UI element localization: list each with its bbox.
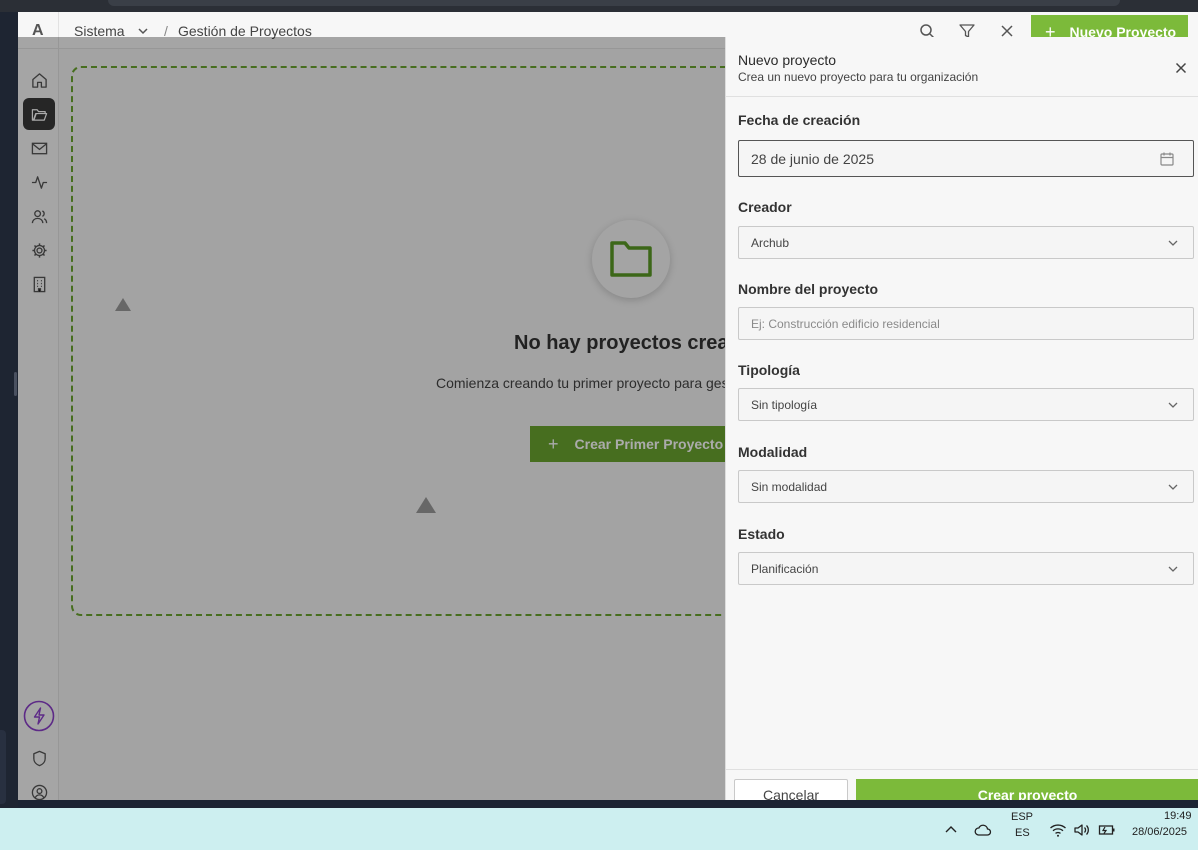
close-icon[interactable]	[1173, 60, 1189, 76]
chevron-up-icon[interactable]	[943, 822, 959, 838]
app-window: A Sistema / Gestión de Proyectos + Nuevo …	[18, 12, 1198, 800]
typology-value: Sin tipología	[751, 397, 818, 412]
browser-top-strip	[0, 0, 1198, 12]
battery-icon[interactable]	[1098, 822, 1116, 838]
calendar-icon[interactable]	[1159, 151, 1175, 167]
creation-date-label: Fecha de creación	[738, 112, 861, 128]
wifi-icon[interactable]	[1049, 822, 1067, 838]
chevron-down-icon	[1168, 566, 1178, 572]
desktop-edge	[0, 12, 18, 808]
cancel-button[interactable]: Cancelar	[734, 779, 848, 800]
browser-url-bar[interactable]	[108, 0, 1120, 6]
app-window-bottom-edge	[18, 800, 1198, 808]
language-indicator[interactable]: ESP	[1011, 811, 1033, 823]
panel-title: Nuevo proyecto	[738, 52, 837, 68]
new-project-panel: Nuevo proyecto Crea un nuevo proyecto pa…	[725, 37, 1198, 800]
creator-value: Archub	[751, 235, 790, 250]
chevron-down-icon	[1168, 484, 1178, 490]
panel-subtitle: Crea un nuevo proyecto para tu organizac…	[738, 70, 979, 84]
typology-label: Tipología	[738, 362, 800, 378]
modality-select[interactable]: Sin modalidad	[738, 470, 1194, 503]
clock-date[interactable]: 28/06/2025	[1132, 826, 1187, 838]
project-name-input[interactable]: Ej: Construcción edificio residencial	[738, 307, 1194, 340]
chevron-down-icon	[1168, 240, 1178, 246]
desktop-side-panel	[0, 730, 6, 804]
modal-backdrop[interactable]	[18, 37, 725, 800]
panel-header: Nuevo proyecto Crea un nuevo proyecto pa…	[726, 37, 1198, 97]
status-value: Planificación	[751, 561, 819, 576]
modality-label: Modalidad	[738, 444, 808, 460]
chevron-down-icon	[1168, 402, 1178, 408]
typology-select[interactable]: Sin tipología	[738, 388, 1194, 421]
create-project-button[interactable]: Crear proyecto	[856, 779, 1198, 800]
modality-value: Sin modalidad	[751, 479, 828, 494]
creator-label: Creador	[738, 199, 792, 215]
clock-time[interactable]: 19:49	[1164, 810, 1192, 822]
creation-date-field[interactable]: 28 de junio de 2025	[738, 140, 1194, 177]
project-name-label: Nombre del proyecto	[738, 281, 879, 297]
status-select[interactable]: Planificación	[738, 552, 1194, 585]
panel-footer: Cancelar Crear proyecto	[726, 769, 1198, 800]
status-label: Estado	[738, 526, 785, 542]
creator-select[interactable]: Archub	[738, 226, 1194, 259]
chevron-down-icon[interactable]	[136, 24, 150, 38]
cloud-icon[interactable]	[974, 822, 992, 838]
project-name-placeholder: Ej: Construcción edificio residencial	[751, 316, 940, 331]
creation-date-value: 28 de junio de 2025	[751, 150, 874, 167]
window-resize-handle[interactable]	[14, 372, 17, 396]
volume-icon[interactable]	[1073, 822, 1091, 838]
keyboard-layout-indicator[interactable]: ES	[1015, 827, 1030, 839]
